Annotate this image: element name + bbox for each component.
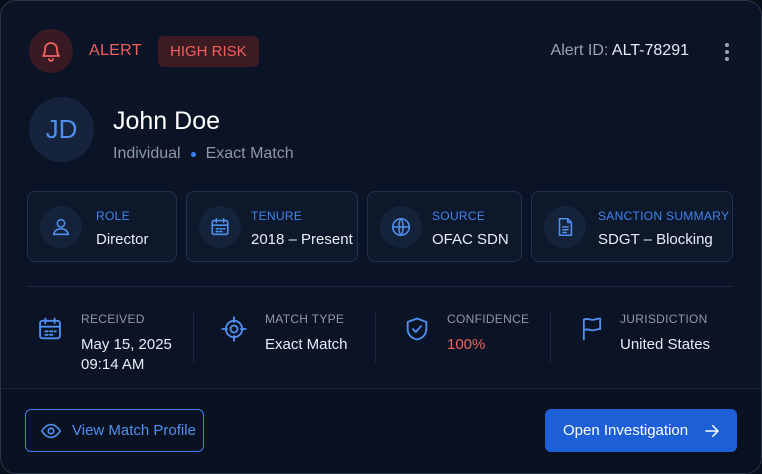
jurisdiction-label: JURISDICTION	[620, 312, 708, 326]
alert-card: ALERT HIGH RISK Alert ID: ALT-78291 JD J…	[0, 0, 762, 474]
match-type-label: MATCH TYPE	[265, 312, 345, 326]
user-icon	[40, 206, 82, 248]
confidence-label: CONFIDENCE	[447, 312, 530, 326]
tile-label: ROLE	[96, 209, 130, 223]
calendar-icon	[35, 314, 65, 344]
received-time: 09:14 AM	[81, 356, 145, 373]
view-match-profile-button[interactable]: View Match Profile	[25, 409, 204, 452]
risk-badge: HIGH RISK	[158, 36, 259, 67]
tile-tenure: TENURE 2018 – Present	[186, 191, 358, 262]
match-status: Exact Match	[205, 145, 294, 162]
tile-value: Director	[96, 231, 149, 248]
separator-dot	[190, 151, 196, 157]
tile-value: 2018 – Present	[251, 231, 353, 248]
subject-subline: Individual Exact Match	[113, 145, 294, 163]
eye-icon	[40, 420, 62, 442]
jurisdiction-value: United States	[620, 336, 711, 353]
stat-separator	[550, 311, 551, 363]
alert-id: Alert ID: ALT-78291	[551, 42, 689, 60]
tile-sanction-summary: SANCTION SUMMARY SDGT – Blocking	[531, 191, 733, 262]
more-options-icon[interactable]	[717, 39, 737, 65]
calendar-icon	[199, 206, 241, 248]
flag-icon	[577, 314, 607, 344]
target-icon	[219, 314, 249, 344]
open-investigation-label: Open Investigation	[563, 422, 689, 439]
alert-label: ALERT	[89, 42, 142, 59]
received-date: May 15, 2025	[81, 336, 172, 353]
globe-icon	[380, 206, 422, 248]
alert-id-value: ALT-78291	[611, 42, 689, 59]
match-type-value: Exact Match	[265, 336, 348, 353]
received-label: RECEIVED	[81, 312, 145, 326]
tile-value: SDGT – Blocking	[598, 231, 713, 248]
tile-label: TENURE	[251, 209, 303, 223]
arrow-right-icon	[703, 422, 721, 440]
tile-label: SOURCE	[432, 209, 486, 223]
shield-check-icon	[402, 314, 432, 344]
avatar: JD	[29, 97, 94, 162]
view-match-profile-label: View Match Profile	[72, 422, 196, 439]
document-icon	[544, 206, 586, 248]
section-divider	[27, 286, 733, 287]
bell-icon	[29, 29, 73, 73]
confidence-value: 100%	[447, 336, 486, 353]
tile-value: OFAC SDN	[432, 231, 509, 248]
subject-name: John Doe	[113, 107, 221, 135]
open-investigation-button[interactable]: Open Investigation	[545, 409, 737, 452]
tile-role: ROLE Director	[27, 191, 177, 262]
entity-type: Individual	[113, 145, 181, 162]
tile-source: SOURCE OFAC SDN	[367, 191, 522, 262]
alert-id-label: Alert ID:	[550, 42, 609, 59]
stat-separator	[375, 311, 376, 363]
received-value: May 15, 2025 09:14 AM	[81, 335, 172, 375]
stat-separator	[193, 311, 194, 363]
tile-label: SANCTION SUMMARY	[598, 209, 730, 223]
